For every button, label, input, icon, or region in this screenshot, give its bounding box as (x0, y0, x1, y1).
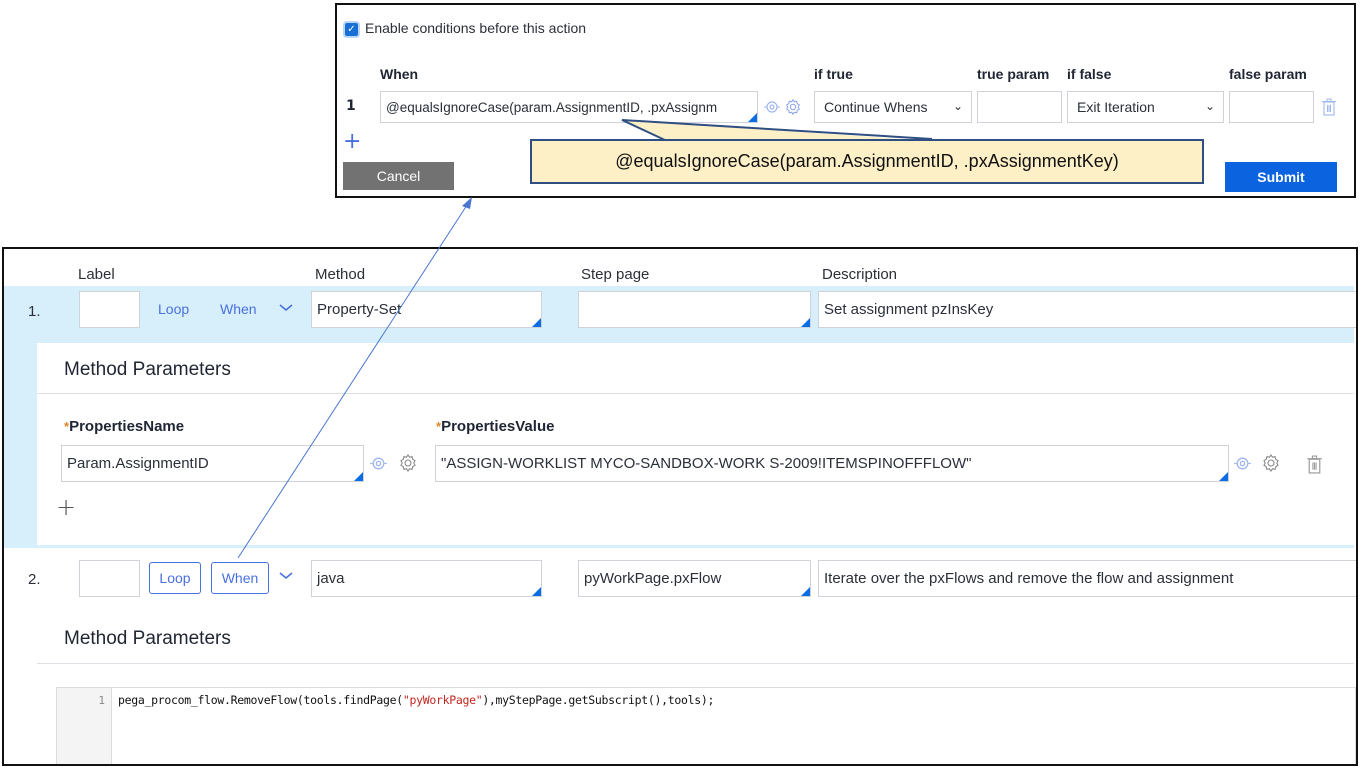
false-param-input[interactable] (1229, 91, 1314, 123)
submit-button[interactable]: Submit (1225, 162, 1337, 192)
column-header-description: Description (822, 266, 898, 283)
loop-button[interactable]: Loop (149, 562, 201, 594)
column-header-if-true: if true (814, 66, 853, 82)
cancel-button[interactable]: Cancel (343, 162, 454, 190)
trash-icon[interactable] (1321, 96, 1337, 118)
column-header-true-param: true param (977, 66, 1050, 82)
properties-value-value: "ASSIGN-WORKLIST MYCO-SANDBOX-WORK S-200… (441, 455, 972, 472)
add-condition-icon[interactable]: + (343, 131, 361, 153)
autocomplete-corner-icon (532, 318, 541, 327)
gear-icon[interactable] (397, 452, 419, 474)
column-header-false-param: false param (1229, 66, 1307, 82)
description-input[interactable]: Set assignment pzInsKey (818, 291, 1356, 328)
autocomplete-corner-icon (801, 587, 810, 596)
enable-conditions-label: Enable conditions before this action (365, 20, 587, 36)
step-number: 1. (28, 303, 41, 320)
code-line: pega_procom_flow.RemoveFlow(tools.findPa… (118, 693, 714, 707)
gear-icon[interactable] (1260, 452, 1282, 474)
when-label: When (221, 570, 259, 586)
when-link[interactable]: When (220, 301, 257, 317)
method-parameters-panel (37, 343, 1354, 545)
column-header-when: When (380, 66, 419, 82)
code-text: pega_procom_flow.RemoveFlow(tools.findPa… (118, 693, 403, 707)
method-parameters-title: Method Parameters (64, 628, 231, 649)
line-number-gutter: 1 (57, 688, 112, 764)
step-label-input[interactable] (79, 560, 140, 597)
true-param-input[interactable] (977, 91, 1062, 123)
chevron-down-icon[interactable] (278, 569, 294, 583)
arrowhead-icon (462, 197, 472, 209)
callout-tooltip: @equalsIgnoreCase(param.AssignmentID, .p… (530, 139, 1204, 184)
if-false-value: Exit Iteration (1077, 99, 1155, 115)
chevron-down-icon[interactable] (278, 301, 294, 315)
line-number: 1 (98, 694, 105, 707)
divider (37, 663, 1354, 664)
properties-value-label: *PropertiesValue (436, 418, 554, 435)
step-page-input[interactable] (578, 291, 811, 328)
column-header-label: Label (78, 266, 115, 283)
step-label-input[interactable] (79, 291, 140, 328)
chevron-down-icon: ⌄ (1204, 99, 1215, 113)
if-true-value: Continue Whens (824, 99, 928, 115)
loop-link[interactable]: Loop (158, 301, 189, 317)
trash-icon[interactable] (1305, 453, 1323, 475)
properties-name-label: *PropertiesName (64, 418, 184, 435)
properties-value-input[interactable]: "ASSIGN-WORKLIST MYCO-SANDBOX-WORK S-200… (435, 445, 1229, 482)
code-string-literal: "pyWorkPage" (402, 693, 483, 707)
chevron-down-icon: ⌄ (952, 99, 963, 113)
properties-name-label-text: PropertiesName (69, 418, 185, 435)
target-icon[interactable] (1233, 454, 1251, 472)
autocomplete-corner-icon (532, 587, 541, 596)
column-header-method: Method (315, 266, 366, 283)
autocomplete-corner-icon (354, 472, 363, 481)
enable-conditions-checkbox[interactable]: ✓ (345, 23, 358, 36)
autocomplete-corner-icon (801, 318, 810, 327)
conditions-dialog: ✓ Enable conditions before this action W… (335, 3, 1356, 198)
step-number: 2. (28, 571, 41, 588)
autocomplete-corner-icon (1219, 472, 1228, 481)
step-page-input[interactable]: pyWorkPage.pxFlow (578, 560, 811, 597)
gear-icon[interactable] (783, 97, 803, 117)
method-input[interactable]: java (311, 560, 542, 597)
description-input[interactable]: Iterate over the pxFlows and remove the … (818, 560, 1356, 597)
description-value: Set assignment pzInsKey (824, 301, 994, 318)
when-condition-value: @equalsIgnoreCase(param.AssignmentID, .p… (386, 99, 718, 115)
activity-steps-panel: Label Method Step page Description 1. Lo… (2, 247, 1358, 766)
properties-value-label-text: PropertiesValue (441, 418, 555, 435)
code-text: ),myStepPage.getSubscript(),tools); (482, 693, 715, 707)
step-page-value: pyWorkPage.pxFlow (584, 570, 722, 587)
method-input[interactable]: Property-Set (311, 291, 542, 328)
method-value: Property-Set (317, 301, 402, 318)
method-parameters-title: Method Parameters (64, 359, 231, 380)
java-code-editor[interactable]: 1 pega_procom_flow.RemoveFlow(tools.find… (56, 687, 1356, 764)
divider (37, 393, 1354, 394)
target-icon[interactable] (763, 98, 781, 116)
when-button[interactable]: When (211, 562, 269, 594)
callout-text: @equalsIgnoreCase(param.AssignmentID, .p… (615, 151, 1119, 171)
method-value: java (317, 570, 345, 587)
if-false-select[interactable]: Exit Iteration ⌄ (1067, 91, 1224, 123)
condition-row-number: 1 (346, 98, 356, 114)
add-parameter-icon[interactable]: + (56, 495, 76, 519)
column-header-step-page: Step page (581, 266, 650, 283)
properties-name-input[interactable]: Param.AssignmentID (61, 445, 364, 482)
description-value: Iterate over the pxFlows and remove the … (824, 570, 1234, 587)
column-header-if-false: if false (1067, 66, 1112, 82)
properties-name-value: Param.AssignmentID (67, 455, 209, 472)
loop-label: Loop (159, 570, 191, 586)
target-icon[interactable] (369, 454, 387, 472)
